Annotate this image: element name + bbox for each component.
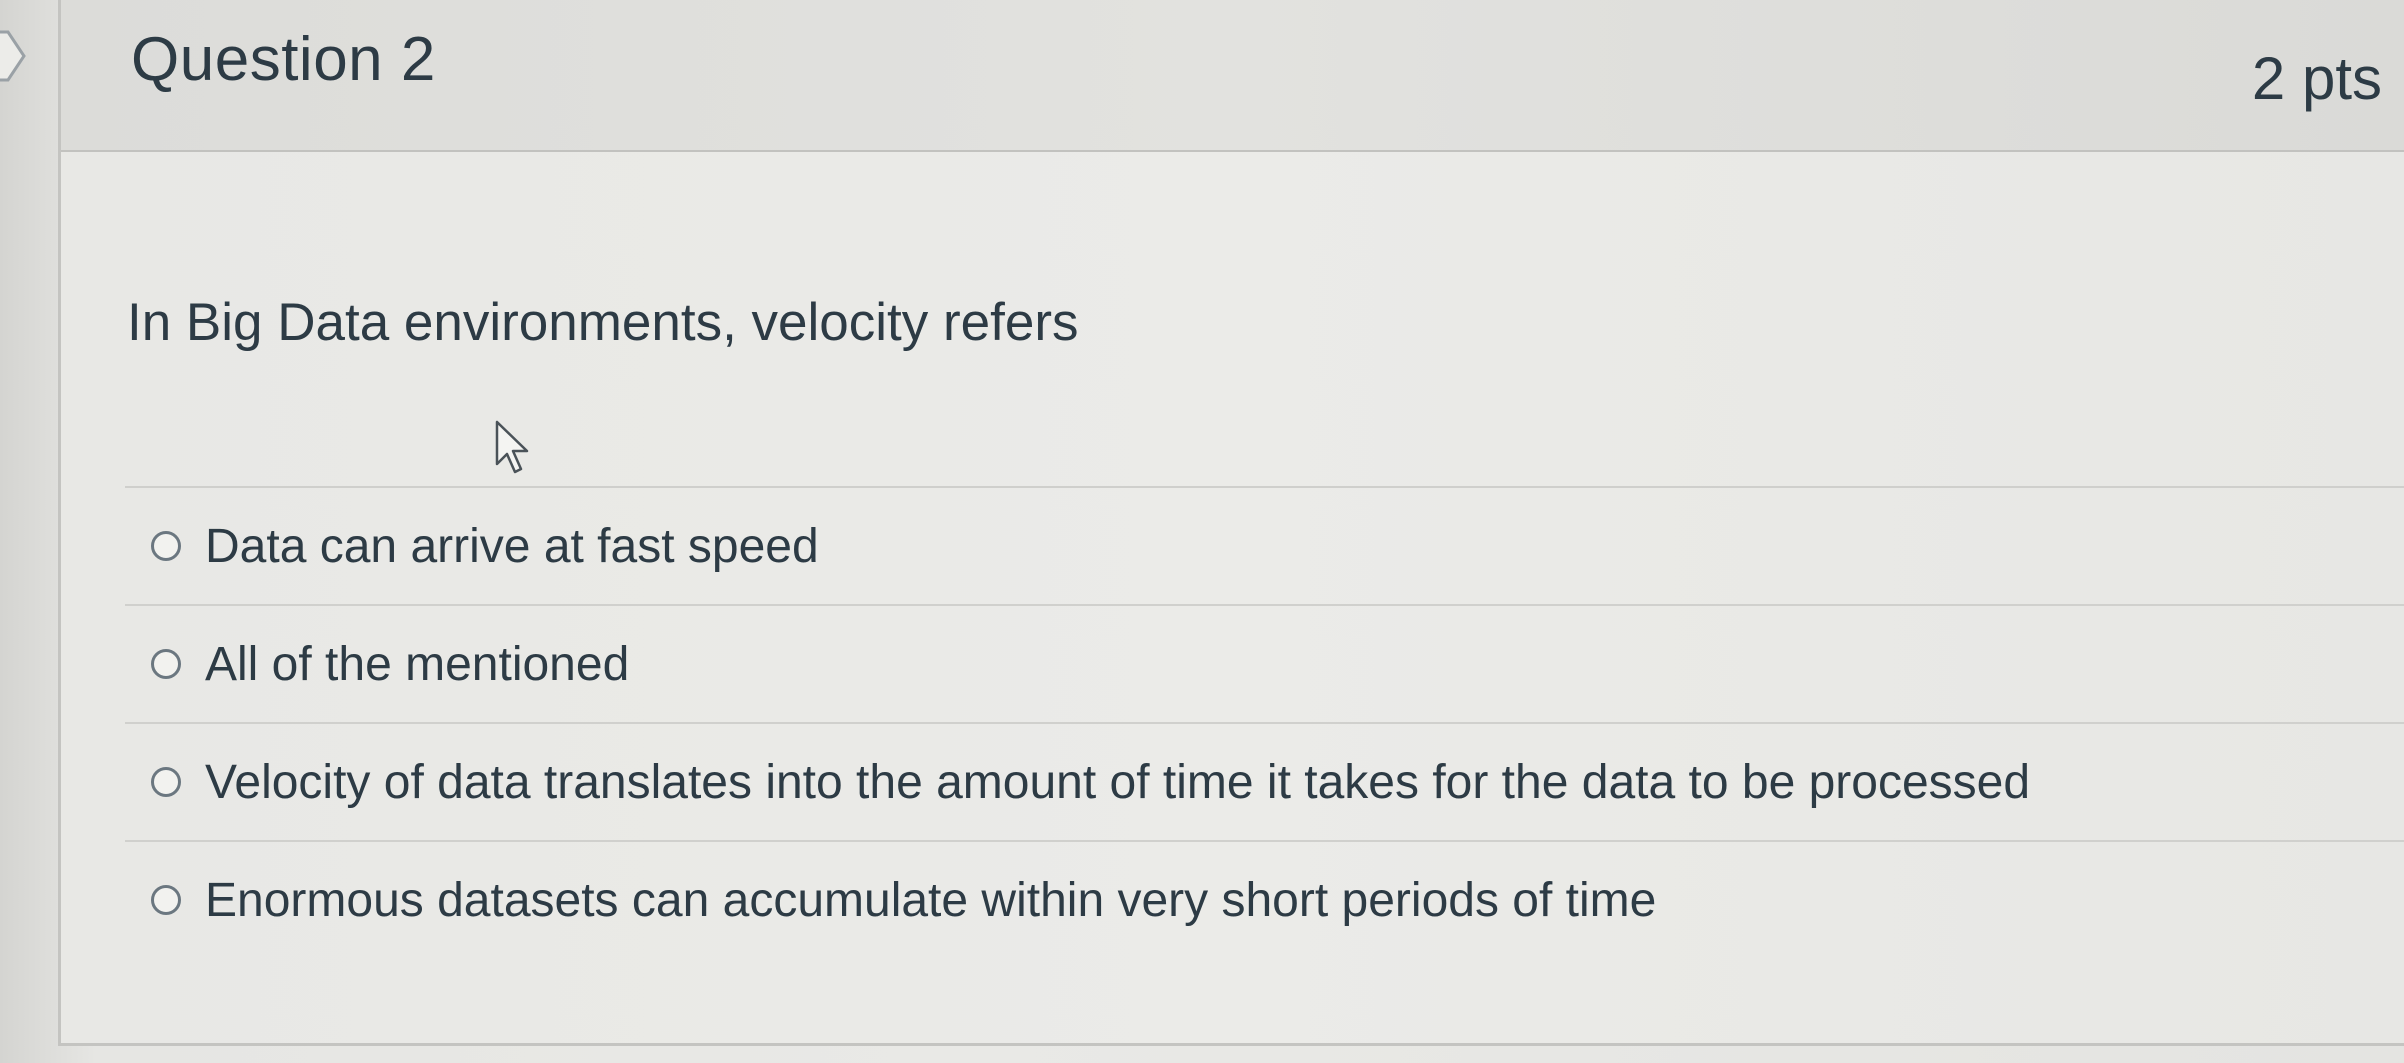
question-header: Question 2 2 pts	[61, 0, 2404, 152]
answer-option-2[interactable]: All of the mentioned	[125, 604, 2404, 722]
answer-list: Data can arrive at fast speed All of the…	[125, 486, 2404, 958]
radio-button-icon[interactable]	[151, 767, 181, 797]
answer-label: All of the mentioned	[205, 637, 630, 691]
answer-label: Data can arrive at fast speed	[205, 519, 819, 573]
answer-label: Velocity of data translates into the amo…	[205, 755, 2031, 809]
question-flag-icon[interactable]	[0, 28, 26, 84]
answer-option-3[interactable]: Velocity of data translates into the amo…	[125, 722, 2404, 840]
radio-button-icon[interactable]	[151, 885, 181, 915]
quiz-page: Question 2 2 pts In Big Data environment…	[0, 0, 2404, 1063]
answer-label: Enormous datasets can accumulate within …	[205, 873, 1657, 927]
answer-option-4[interactable]: Enormous datasets can accumulate within …	[125, 840, 2404, 958]
question-title: Question 2	[131, 25, 436, 94]
mouse-pointer-icon	[495, 420, 529, 474]
question-card: Question 2 2 pts In Big Data environment…	[58, 0, 2404, 1046]
radio-button-icon[interactable]	[151, 531, 181, 561]
question-text: In Big Data environments, velocity refer…	[127, 293, 1079, 352]
answer-option-1[interactable]: Data can arrive at fast speed	[125, 486, 2404, 604]
question-points: 2 pts	[2251, 45, 2382, 112]
radio-button-icon[interactable]	[151, 649, 181, 679]
